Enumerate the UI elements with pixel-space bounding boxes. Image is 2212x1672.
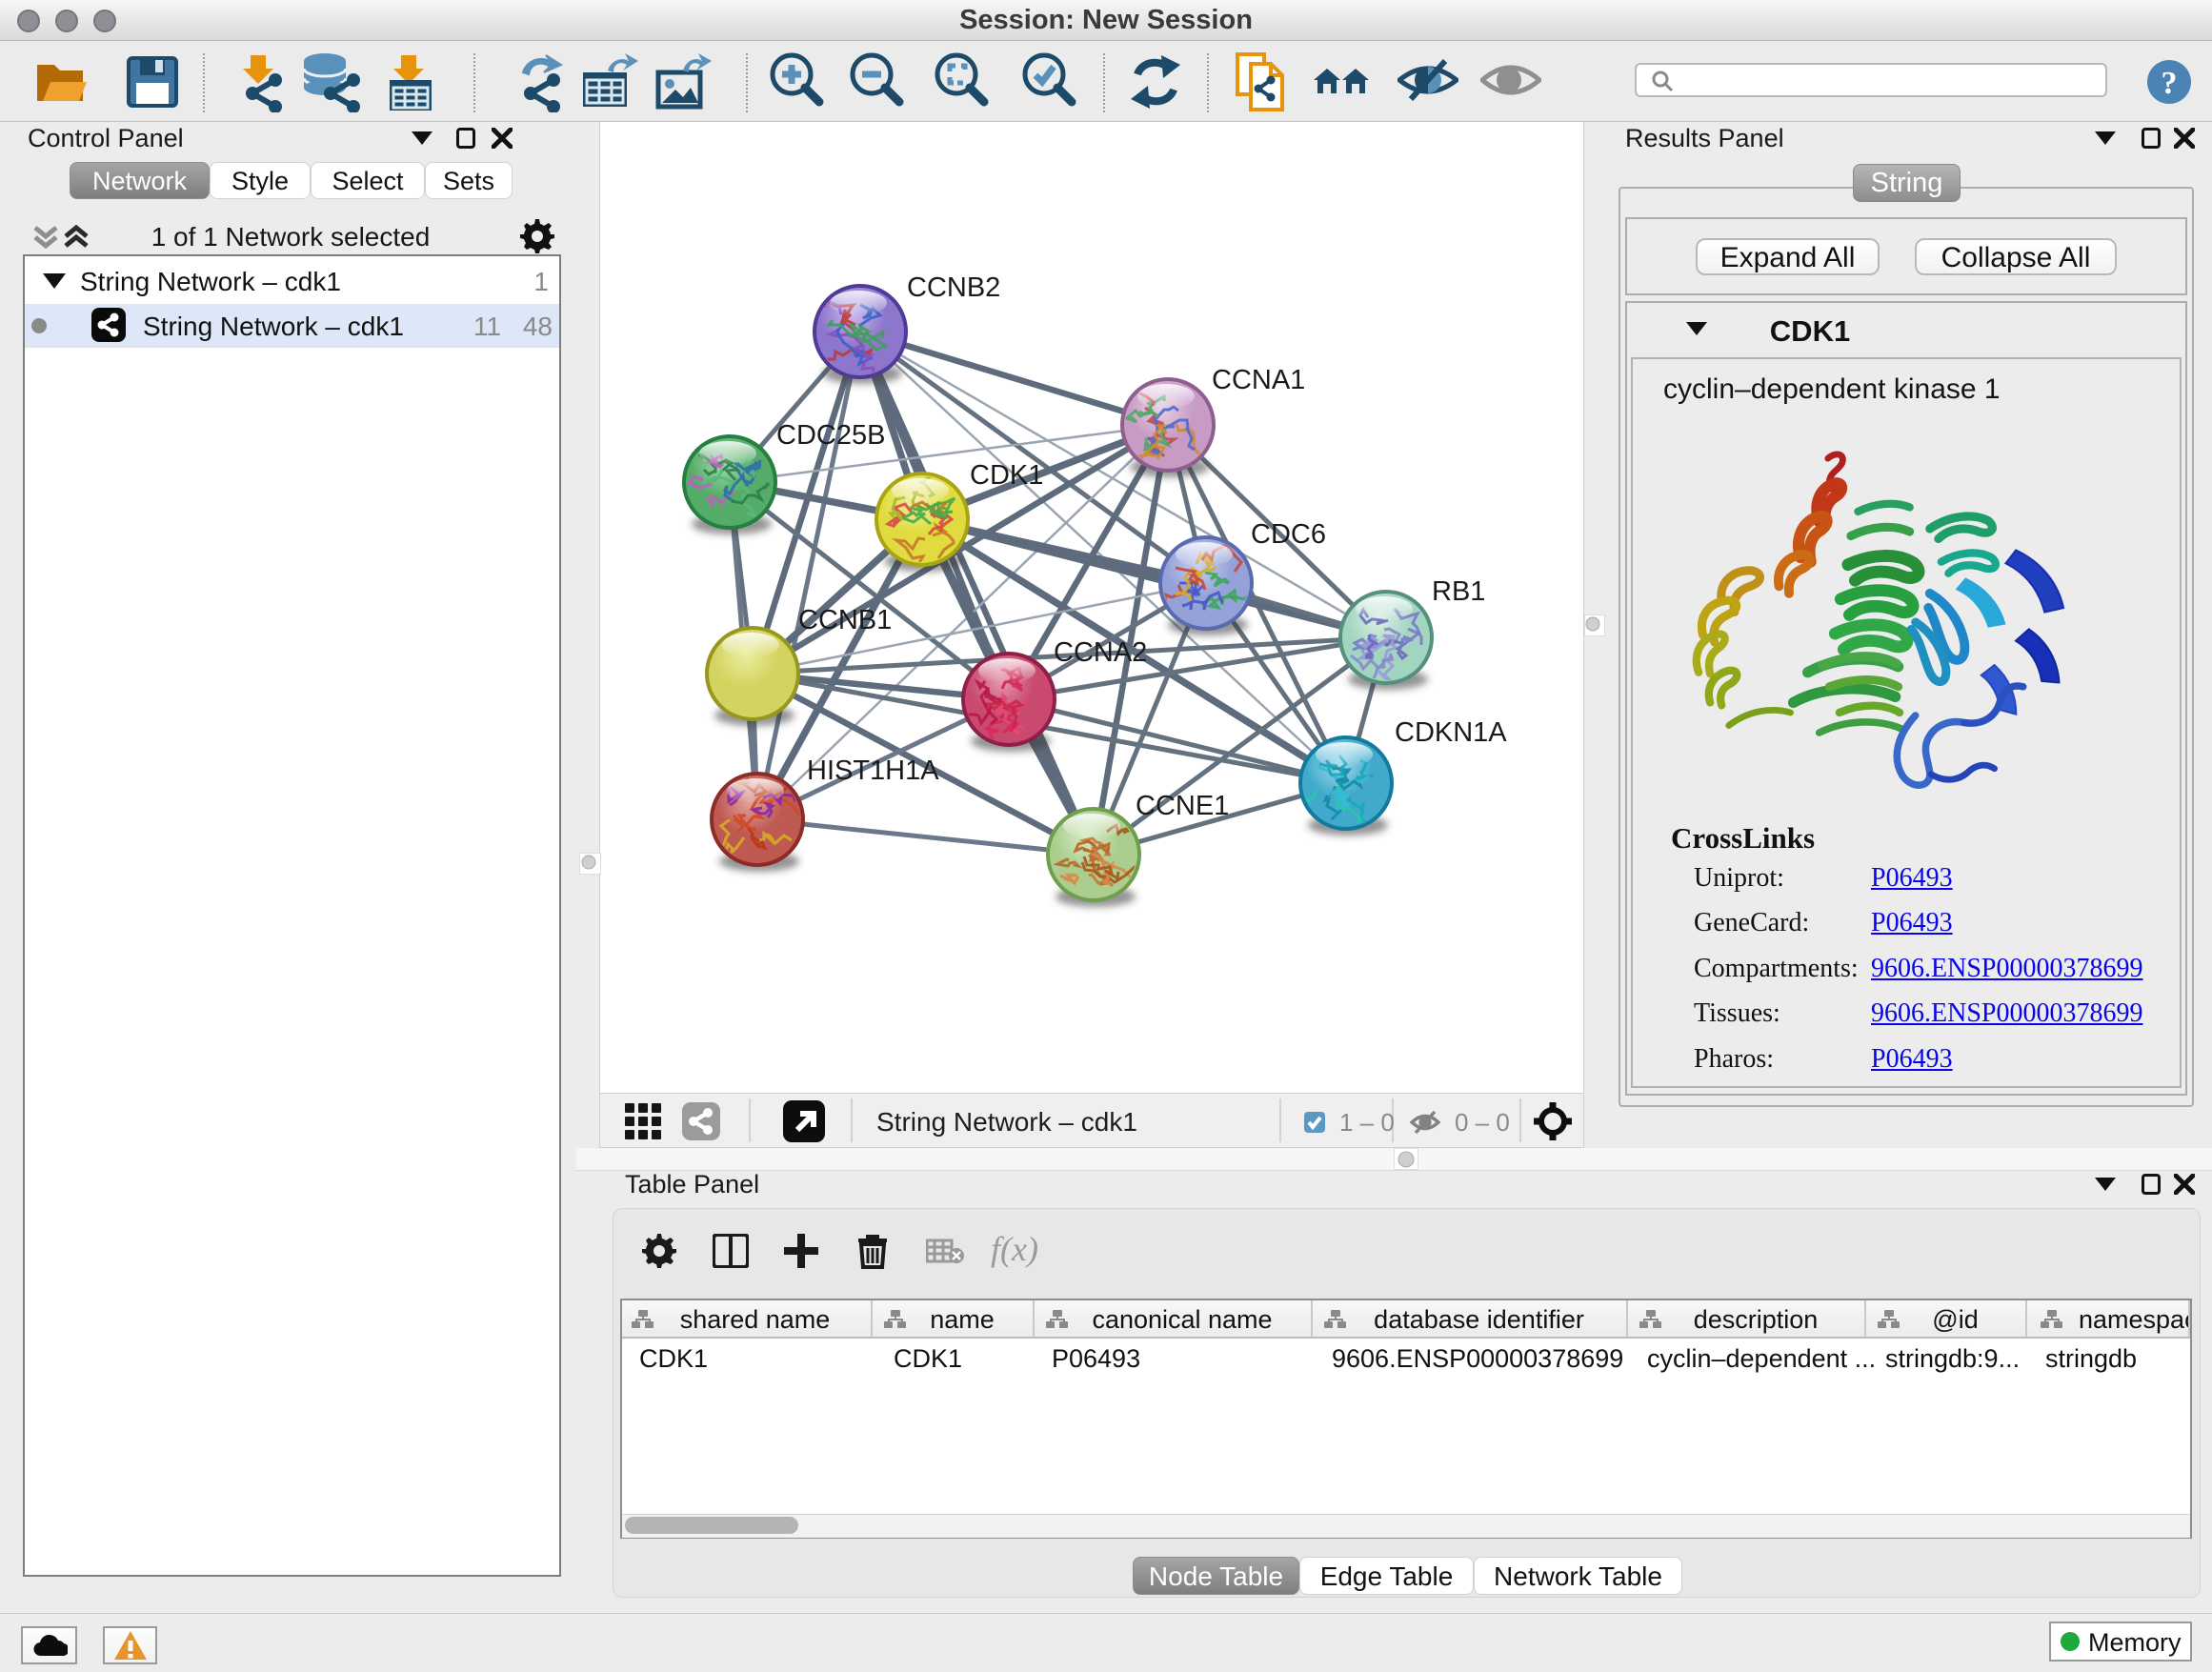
svg-text:CDC6: CDC6 — [1251, 519, 1326, 550]
svg-text:CDKN1A: CDKN1A — [1395, 717, 1507, 748]
svg-text:HIST1H1A: HIST1H1A — [807, 755, 939, 786]
svg-text:CDC25B: CDC25B — [776, 420, 885, 451]
svg-text:CCNB1: CCNB1 — [798, 605, 892, 635]
svg-text:CDK1: CDK1 — [970, 460, 1043, 491]
svg-text:CCNB2: CCNB2 — [907, 272, 1000, 303]
svg-text:CCNE1: CCNE1 — [1136, 791, 1229, 821]
svg-text:?: ? — [2162, 66, 2178, 101]
svg-text:CCNA1: CCNA1 — [1212, 365, 1305, 395]
svg-text:CCNA2: CCNA2 — [1054, 637, 1147, 668]
svg-text:RB1: RB1 — [1432, 576, 1485, 607]
